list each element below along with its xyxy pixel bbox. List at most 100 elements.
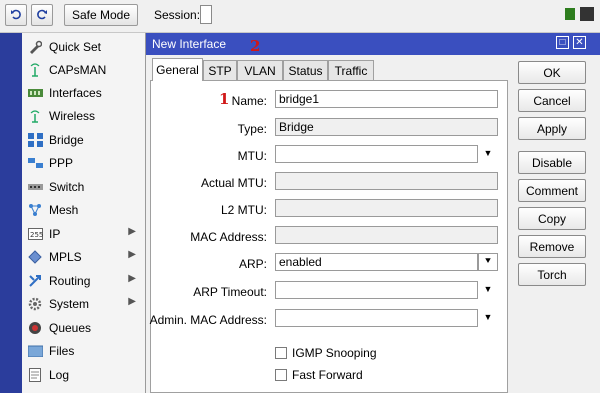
remove-button[interactable]: Remove: [518, 235, 586, 258]
tab-general[interactable]: General: [152, 58, 203, 81]
menu-item-label: PPP: [49, 155, 74, 170]
arp-timeout-dropdown-icon[interactable]: ▼: [482, 284, 494, 296]
ip-icon: 255: [27, 227, 43, 241]
tab-status[interactable]: Status: [283, 60, 328, 81]
actual-mtu-field: [275, 172, 498, 190]
mac-address-field: [275, 226, 498, 244]
bridge-icon: [27, 132, 43, 147]
menu-item-log[interactable]: Log: [22, 363, 144, 386]
arp-timeout-label: ARP Timeout:: [193, 285, 267, 299]
status-green-icon: [565, 8, 575, 20]
menu-item-label: Wireless: [49, 108, 96, 123]
status-lock-icon: [580, 7, 594, 21]
menu-item-label: Files: [49, 343, 75, 358]
menu-item-label: MPLS: [49, 249, 82, 264]
queues-icon: [27, 321, 43, 335]
ok-button[interactable]: OK: [518, 61, 586, 84]
quickset-icon: [27, 40, 43, 54]
arp-select-dropdown-icon[interactable]: ⯆: [478, 253, 498, 271]
l2-mtu-label: L2 MTU:: [220, 203, 267, 217]
menu-item-label: IP: [49, 226, 61, 241]
session-field[interactable]: [200, 5, 212, 24]
cancel-button[interactable]: Cancel: [518, 89, 586, 112]
menu-item-ip[interactable]: 255 IP ▶: [22, 222, 144, 245]
mtu-dropdown-icon[interactable]: ▼: [482, 148, 494, 160]
wireless-icon: [27, 109, 43, 123]
menu-item-label: Interfaces: [49, 85, 102, 100]
arp-label: ARP:: [238, 257, 267, 271]
submenu-arrow-icon: ▶: [128, 226, 136, 237]
menu-item-label: Routing: [49, 273, 91, 288]
interfaces-icon: [27, 86, 43, 100]
routing-icon: [27, 274, 43, 288]
switch-icon: [27, 180, 43, 194]
svg-text:255: 255: [30, 231, 43, 239]
mtu-field[interactable]: [275, 145, 478, 163]
mtu-label: MTU:: [237, 149, 267, 163]
menu-item-switch[interactable]: Switch: [22, 175, 144, 198]
fast-forward-checkbox[interactable]: [275, 369, 287, 381]
files-icon: [27, 344, 43, 358]
menu-item-mpls[interactable]: MPLS ▶: [22, 245, 144, 268]
menu-item-label: Bridge: [49, 132, 84, 147]
l2-mtu-field: [275, 199, 498, 217]
menu-item-label: System: [49, 296, 90, 311]
menu-item-label: Mesh: [49, 202, 79, 217]
apply-button[interactable]: Apply: [518, 117, 586, 140]
menu-item-interfaces[interactable]: Interfaces: [22, 81, 144, 104]
dialog-titlebar[interactable]: New Interface □ ✕: [146, 33, 600, 55]
arp-select[interactable]: enabled: [275, 253, 478, 271]
close-icon[interactable]: ✕: [573, 36, 586, 49]
menu-item-wireless[interactable]: Wireless: [22, 104, 144, 127]
comment-button[interactable]: Comment: [518, 179, 586, 202]
type-label: Type:: [237, 122, 267, 136]
tab-stp[interactable]: STP: [203, 60, 237, 81]
ppp-icon: [27, 156, 43, 170]
admin-mac-label: Admin. MAC Address:: [149, 313, 267, 327]
safe-mode-button[interactable]: Safe Mode: [64, 4, 138, 26]
annotation-number-1: 1: [219, 90, 230, 108]
main-menu: Quick Set CAPsMAN Interfaces Wireless Br…: [22, 33, 146, 393]
admin-mac-field[interactable]: [275, 309, 478, 327]
name-label: Name:: [231, 94, 267, 108]
menu-item-mesh[interactable]: Mesh: [22, 198, 144, 221]
menu-item-quick-set[interactable]: Quick Set: [22, 35, 144, 58]
arp-timeout-field[interactable]: [275, 281, 478, 299]
menu-item-label: Quick Set: [49, 39, 102, 54]
capsman-icon: [27, 62, 43, 77]
copy-button[interactable]: Copy: [518, 207, 586, 230]
dialog-title: New Interface: [152, 37, 227, 51]
menu-item-ppp[interactable]: PPP: [22, 151, 144, 174]
undo-button[interactable]: [5, 4, 27, 26]
undo-icon: [10, 8, 22, 23]
disable-button[interactable]: Disable: [518, 151, 586, 174]
menu-item-label: CAPsMAN: [49, 62, 107, 77]
menu-item-label: Log: [49, 367, 70, 382]
maximize-icon[interactable]: □: [556, 36, 569, 49]
menu-item-label: Queues: [49, 320, 92, 335]
annotation-number-2: 2: [250, 37, 261, 55]
menu-item-routing[interactable]: Routing ▶: [22, 269, 144, 292]
menu-item-bridge[interactable]: Bridge: [22, 128, 144, 151]
igmp-snooping-label: IGMP Snooping: [292, 346, 377, 360]
menu-item-files[interactable]: Files: [22, 339, 144, 362]
redo-button[interactable]: [31, 4, 53, 26]
system-icon: [27, 297, 43, 311]
tab-traffic[interactable]: Traffic: [328, 60, 374, 81]
menu-item-queues[interactable]: Queues: [22, 316, 144, 339]
tab-vlan[interactable]: VLAN: [237, 60, 283, 81]
submenu-arrow-icon: ▶: [128, 296, 136, 307]
igmp-snooping-checkbox[interactable]: [275, 347, 287, 359]
session-label: Session:: [154, 8, 201, 22]
submenu-arrow-icon: ▶: [128, 249, 136, 260]
menu-item-system[interactable]: System ▶: [22, 292, 144, 315]
torch-button[interactable]: Torch: [518, 263, 586, 286]
admin-mac-dropdown-icon[interactable]: ▼: [482, 312, 494, 324]
name-field[interactable]: bridge1: [275, 90, 498, 108]
mpls-icon: [27, 249, 43, 264]
fast-forward-label: Fast Forward: [292, 368, 363, 382]
left-strip: [0, 33, 22, 393]
mesh-icon: [27, 203, 43, 217]
menu-item-capsman[interactable]: CAPsMAN: [22, 58, 144, 81]
log-icon: [27, 367, 43, 382]
